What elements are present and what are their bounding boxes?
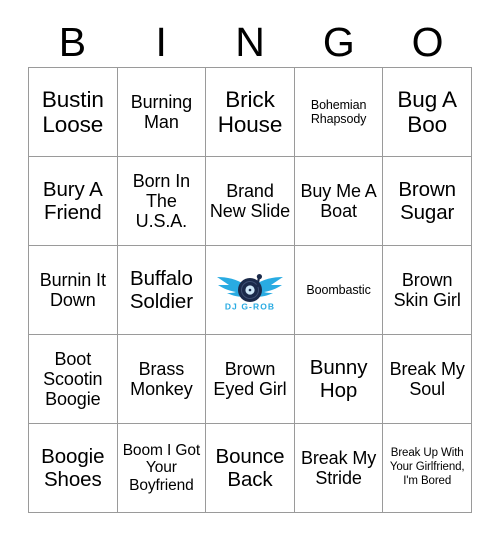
bingo-cell[interactable]: Boombastic — [294, 246, 384, 335]
bingo-free-space-cell[interactable]: DJ G-ROB — [206, 246, 295, 335]
bingo-row: Boot Scootin Boogie Brass Monkey Brown Eye… — [29, 335, 472, 424]
bingo-row: Bustin Loose Burning Man Brick House Bohemi… — [29, 68, 472, 157]
bingo-cell-label: Bohemian Rhapsody — [310, 97, 367, 126]
bingo-cell[interactable]: Bunny Hop — [294, 335, 384, 424]
bingo-cell[interactable]: Burning Man — [117, 68, 207, 157]
bingo-cell-label: Buffalo Soldier — [129, 266, 193, 313]
bingo-cell-label: Boom I Got Your Boyfriend — [122, 441, 201, 494]
bingo-row: Boogie Shoes Boom I Got Your Boyfriend Bou… — [29, 424, 472, 513]
bingo-cell-label: Break Up With Your Girlfriend, I'm Bored — [389, 447, 465, 487]
bingo-cell-label: Bustin Loose — [41, 86, 104, 137]
bingo-cell-label: Buy Me A Boat — [300, 180, 377, 221]
bingo-cell[interactable]: Boogie Shoes — [29, 424, 118, 513]
bingo-cell-label: Boot Scootin Boogie — [43, 348, 103, 410]
bingo-cell[interactable]: Born In The U.S.A. — [117, 157, 207, 246]
bingo-cell-label: Brand New Slide — [209, 180, 291, 221]
bingo-cell[interactable]: Brown Eyed Girl — [206, 335, 295, 424]
bingo-cell[interactable]: Bury A Friend — [29, 157, 118, 246]
bingo-cell[interactable]: Buffalo Soldier — [117, 246, 207, 335]
bingo-cell[interactable]: Bug A Boo — [383, 68, 472, 157]
bingo-cell-label: Boombastic — [306, 282, 371, 297]
bingo-cell-label: Brass Monkey — [130, 358, 193, 399]
bingo-cell-label: Bug A Boo — [397, 86, 457, 137]
bingo-cell-label: Boogie Shoes — [41, 444, 105, 491]
bingo-cell-label: Bounce Back — [215, 444, 285, 491]
bingo-cell-label: Born In The U.S.A. — [132, 170, 191, 232]
bingo-cell-label: Brick House — [217, 86, 283, 137]
bingo-cell-label: Burning Man — [130, 91, 193, 132]
bingo-cell-label: Brown Sugar — [398, 177, 456, 224]
bingo-cell[interactable]: Break My Soul — [383, 335, 472, 424]
bingo-cell[interactable]: Buy Me A Boat — [294, 157, 384, 246]
bingo-cell[interactable]: Bounce Back — [206, 424, 295, 513]
bingo-cell[interactable]: Bustin Loose — [29, 68, 118, 157]
header-letter-i: I — [155, 19, 167, 65]
bingo-cell[interactable]: Brand New Slide — [206, 157, 295, 246]
bingo-cell[interactable]: Burnin It Down — [29, 246, 118, 335]
bingo-cell[interactable]: Boom I Got Your Boyfriend — [117, 424, 207, 513]
dj-logo: DJ G-ROB — [212, 267, 288, 313]
dj-logo-text: DJ G-ROB — [225, 302, 275, 312]
bingo-cell[interactable]: Break My Stride — [294, 424, 384, 513]
dj-logo-graphic: DJ G-ROB — [216, 274, 283, 312]
bingo-row: Burnin It Down Buffalo Soldier DJ G-ROB B… — [29, 246, 472, 335]
bingo-cell[interactable]: Boot Scootin Boogie — [29, 335, 118, 424]
bingo-grid: Bustin Loose Burning Man Brick House Bohemi… — [28, 67, 472, 513]
header-letter-n: N — [235, 19, 265, 65]
bingo-row: Bury A Friend Born In The U.S.A. Brand New… — [29, 157, 472, 246]
header-letter-o: O — [411, 19, 444, 65]
bingo-cell[interactable]: Brick House — [206, 68, 295, 157]
header-letter-b: B — [58, 19, 87, 65]
bingo-cell-label: Bury A Friend — [42, 177, 103, 224]
bingo-cell-label: Break My Soul — [389, 358, 465, 399]
bingo-header: B I N G O — [28, 18, 472, 67]
bingo-cell-label: Bunny Hop — [309, 355, 368, 402]
bingo-cell[interactable]: Brown Skin Girl — [383, 246, 472, 335]
bingo-cell-label: Brown Skin Girl — [393, 269, 461, 310]
bingo-cell[interactable]: Bohemian Rhapsody — [294, 68, 384, 157]
bingo-cell-label: Break My Stride — [300, 447, 377, 488]
bingo-cell[interactable]: Break Up With Your Girlfriend, I'm Bored — [383, 424, 472, 513]
header-letter-g: G — [322, 19, 355, 65]
bingo-cell[interactable]: Brass Monkey — [117, 335, 207, 424]
bingo-cell-label: Brown Eyed Girl — [213, 358, 287, 399]
bingo-cell[interactable]: Brown Sugar — [383, 157, 472, 246]
bingo-card: B I N G O Bustin Loose Burning Man Brick H… — [28, 18, 472, 513]
bingo-cell-label: Burnin It Down — [39, 269, 106, 310]
